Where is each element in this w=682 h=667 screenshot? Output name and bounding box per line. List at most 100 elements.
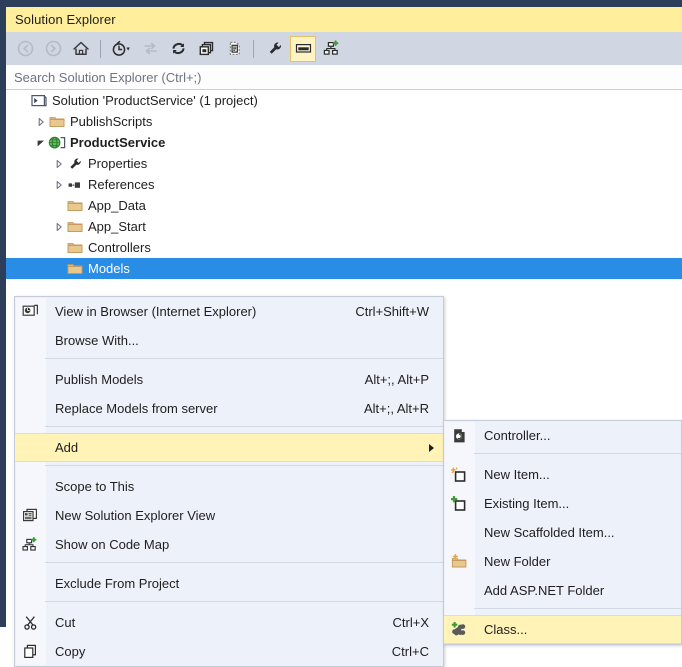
tree-item-label: Properties (88, 156, 153, 171)
menu-icon-placeholder (15, 365, 45, 394)
context-menu[interactable]: View in Browser (Internet Explorer) Ctrl+… (14, 296, 444, 667)
chevron-right-icon[interactable] (52, 174, 66, 195)
add-submenu-item-new-folder[interactable]: New Folder (444, 547, 681, 576)
toolbar-separator (100, 40, 101, 58)
tree-item-app-start[interactable]: App_Start (6, 216, 682, 237)
menu-item-label: View in Browser (Internet Explorer) (45, 304, 355, 319)
tree-item-label: Solution 'ProductService' (1 project) (52, 93, 264, 108)
search-box[interactable]: Search Solution Explorer (Ctrl+;) (6, 65, 682, 90)
menu-item-label: Copy (45, 644, 392, 659)
refresh-icon[interactable] (165, 36, 191, 62)
divider (45, 465, 443, 466)
divider (474, 453, 681, 454)
context-menu-item-separator (15, 426, 443, 433)
menu-item-label: Show on Code Map (45, 537, 443, 552)
add-submenu-item-new-scaffolded-item[interactable]: New Scaffolded Item... (444, 518, 681, 547)
pending-changes-filter-icon[interactable] (109, 36, 135, 62)
home-icon[interactable] (68, 36, 94, 62)
forward-icon[interactable] (40, 36, 66, 62)
context-menu-item-publish-models[interactable]: Publish ModelsAlt+;, Alt+P (15, 365, 443, 394)
menu-item-shortcut: Ctrl+X (393, 615, 443, 630)
folder-icon (48, 111, 66, 132)
tree-item-label: Controllers (88, 240, 157, 255)
context-menu-item-new-solution-explorer-view[interactable]: New Solution Explorer View (15, 501, 443, 530)
search-input[interactable]: Search Solution Explorer (Ctrl+;) (6, 70, 202, 85)
sync-with-active-document-icon[interactable] (137, 36, 163, 62)
menu-item-shortcut: Alt+;, Alt+P (365, 372, 443, 387)
add-submenu-item-existing-item[interactable]: Existing Item... (444, 489, 681, 518)
view-in-browser-icon (15, 297, 45, 326)
menu-item-shortcut: Ctrl+C (392, 644, 443, 659)
context-menu-item-add[interactable]: Add (15, 433, 443, 462)
menu-icon-placeholder (15, 433, 45, 462)
solution-icon (30, 90, 48, 111)
tree-item-label: PublishScripts (70, 114, 158, 129)
tree-item-solution-productservice-1-project[interactable]: Solution 'ProductService' (1 project) (6, 90, 682, 111)
toolbar-separator-2 (253, 40, 254, 58)
tree-item-app-data[interactable]: App_Data (6, 195, 682, 216)
new-solution-explorer-view-icon (15, 501, 45, 530)
folder-icon (66, 237, 84, 258)
menu-item-label: New Folder (474, 554, 681, 569)
collapse-all-icon[interactable] (193, 36, 219, 62)
add-submenu-item-add-asp-net-folder[interactable]: Add ASP.NET Folder (444, 576, 681, 605)
properties-wrench-icon[interactable] (262, 36, 288, 62)
menu-item-label: New Item... (474, 467, 681, 482)
divider (474, 608, 681, 609)
copy-icon (15, 637, 45, 666)
menu-item-label: Add ASP.NET Folder (474, 583, 681, 598)
add-submenu-item-controller[interactable]: Controller... (444, 421, 681, 450)
tree-item-references[interactable]: References (6, 174, 682, 195)
menu-item-label: Controller... (474, 428, 681, 443)
tree-item-models[interactable]: Models (6, 258, 682, 279)
context-menu-item-separator (15, 562, 443, 569)
context-menu-item-scope-to-this[interactable]: Scope to This (15, 472, 443, 501)
context-menu-item-cut[interactable]: CutCtrl+X (15, 608, 443, 637)
add-submenu-item-new-item[interactable]: New Item... (444, 460, 681, 489)
show-all-files-icon[interactable] (221, 36, 247, 62)
menu-item-label: Publish Models (45, 372, 365, 387)
menu-item-shortcut: Alt+;, Alt+R (364, 401, 443, 416)
context-menu-item-replace-models-from-server[interactable]: Replace Models from serverAlt+;, Alt+R (15, 394, 443, 423)
context-menu-item-view-in-browser-internet-explorer[interactable]: View in Browser (Internet Explorer)Ctrl+… (15, 297, 443, 326)
tree-arrow-placeholder (52, 237, 66, 258)
context-menu-item-exclude-from-project[interactable]: Exclude From Project (15, 569, 443, 598)
tree-arrow-placeholder (52, 258, 66, 279)
controller-icon (444, 421, 474, 450)
tree-item-label: ProductService (70, 135, 171, 150)
menu-icon-placeholder (15, 569, 45, 598)
add-submenu[interactable]: Controller... New Item... Existing Item...… (443, 420, 682, 645)
context-menu-item-copy[interactable]: CopyCtrl+C (15, 637, 443, 666)
menu-item-label: Existing Item... (474, 496, 681, 511)
context-menu-item-browse-with[interactable]: Browse With... (15, 326, 443, 355)
tree-item-publishscripts[interactable]: PublishScripts (6, 111, 682, 132)
context-menu-item-separator (15, 465, 443, 472)
menu-icon-placeholder (15, 472, 45, 501)
chevron-right-icon[interactable] (52, 216, 66, 237)
chevron-right-icon[interactable] (34, 111, 48, 132)
divider (45, 426, 443, 427)
tree-item-label: Models (88, 261, 136, 276)
back-icon[interactable] (12, 36, 38, 62)
divider (45, 562, 443, 563)
new-folder-icon (444, 547, 474, 576)
context-menu-item-show-on-code-map[interactable]: Show on Code Map (15, 530, 443, 559)
divider (45, 601, 443, 602)
new-item-icon (444, 460, 474, 489)
tree-item-properties[interactable]: Properties (6, 153, 682, 174)
menu-item-label: Class... (474, 622, 681, 637)
code-map-icon (15, 530, 45, 559)
tree-item-productservice[interactable]: ProductService (6, 132, 682, 153)
tree-item-label: App_Start (88, 219, 152, 234)
view-code-map-icon[interactable] (318, 36, 344, 62)
menu-item-label: Browse With... (45, 333, 443, 348)
preview-selected-items-icon[interactable] (290, 36, 316, 62)
page-title: Solution Explorer (6, 12, 116, 27)
chevron-right-icon[interactable] (52, 153, 66, 174)
add-submenu-item-class[interactable]: Class... (444, 615, 681, 644)
menu-item-label: Scope to This (45, 479, 443, 494)
chevron-down-icon[interactable] (34, 132, 48, 153)
cut-icon (15, 608, 45, 637)
tree-item-controllers[interactable]: Controllers (6, 237, 682, 258)
menu-item-label: New Scaffolded Item... (474, 525, 681, 540)
